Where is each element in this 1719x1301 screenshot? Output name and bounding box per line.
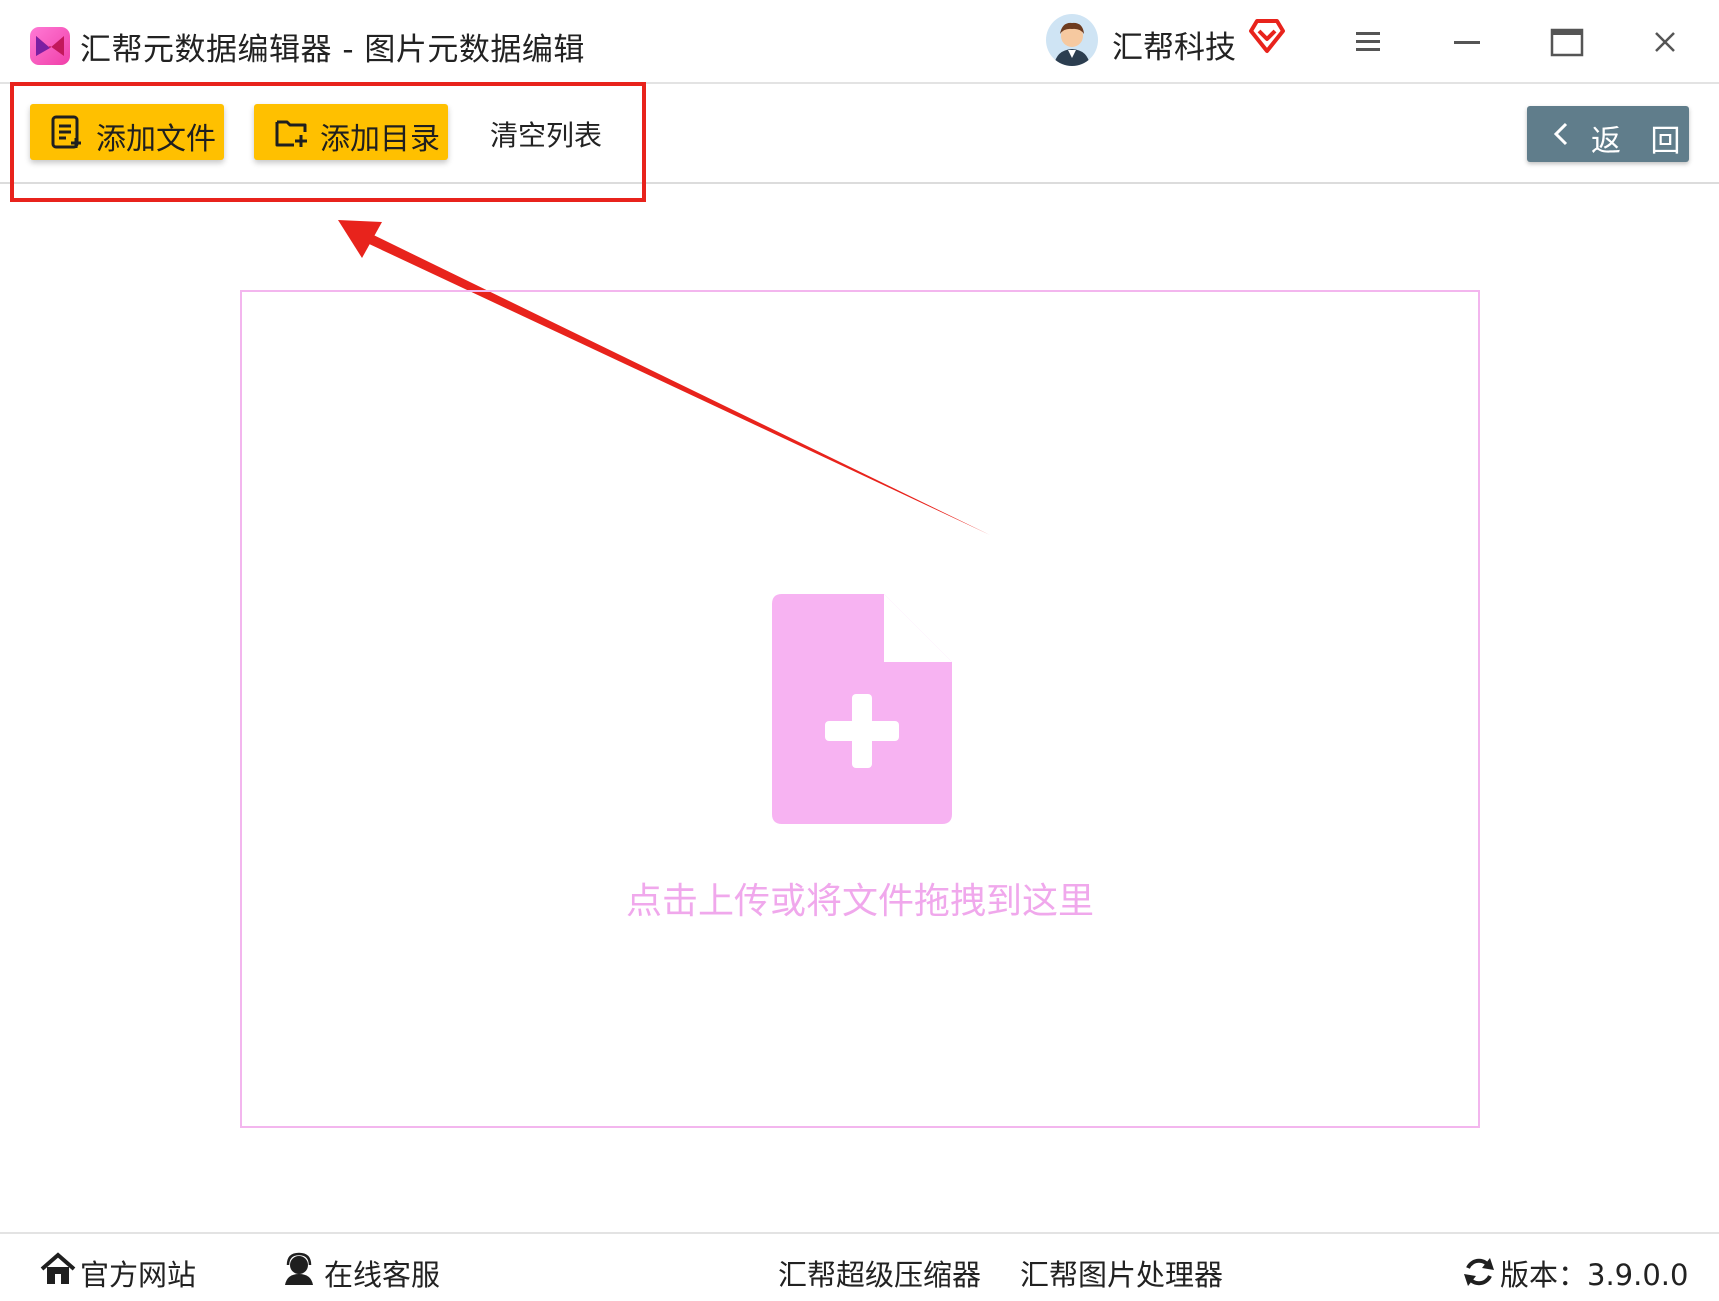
home-icon[interactable] [40, 1252, 76, 1290]
file-add-icon [772, 594, 952, 828]
online-support-link[interactable]: 在线客服 [324, 1252, 440, 1294]
user-avatar[interactable] [1046, 14, 1098, 66]
menu-icon[interactable] [1346, 20, 1390, 64]
close-icon[interactable] [1643, 20, 1687, 64]
image-processor-link[interactable]: 汇帮图片处理器 [1020, 1252, 1223, 1294]
official-website-link[interactable]: 官方网站 [80, 1252, 196, 1294]
file-drop-zone[interactable]: 点击上传或将文件拖拽到这里 [240, 290, 1480, 1128]
back-button[interactable]: 返 回 [1527, 106, 1689, 162]
drop-hint-text: 点击上传或将文件拖拽到这里 [625, 881, 1094, 922]
version-text: 版本：3.9.0.0 [1500, 1258, 1689, 1292]
back-label: 返 回 [1591, 124, 1691, 159]
footer-bar: 官方网站 在线客服 汇帮超级压缩器 汇帮图片处理器 版本：3.9.0.0 [0, 1232, 1719, 1301]
customer-service-icon[interactable] [282, 1252, 316, 1290]
minimize-icon[interactable] [1445, 20, 1489, 64]
title-bar: 汇帮元数据编辑器 - 图片元数据编辑 汇帮科技 [0, 0, 1719, 84]
app-logo-icon [30, 27, 70, 65]
window-title: 汇帮元数据编辑器 - 图片元数据编辑 [80, 32, 585, 68]
highlight-annotation-box [10, 82, 646, 202]
vip-diamond-icon[interactable] [1248, 18, 1286, 58]
maximize-icon[interactable] [1544, 20, 1588, 64]
refresh-icon[interactable] [1463, 1256, 1495, 1292]
compressor-link[interactable]: 汇帮超级压缩器 [778, 1252, 981, 1294]
chevron-left-icon [1551, 120, 1571, 152]
user-name: 汇帮科技 [1112, 30, 1236, 66]
